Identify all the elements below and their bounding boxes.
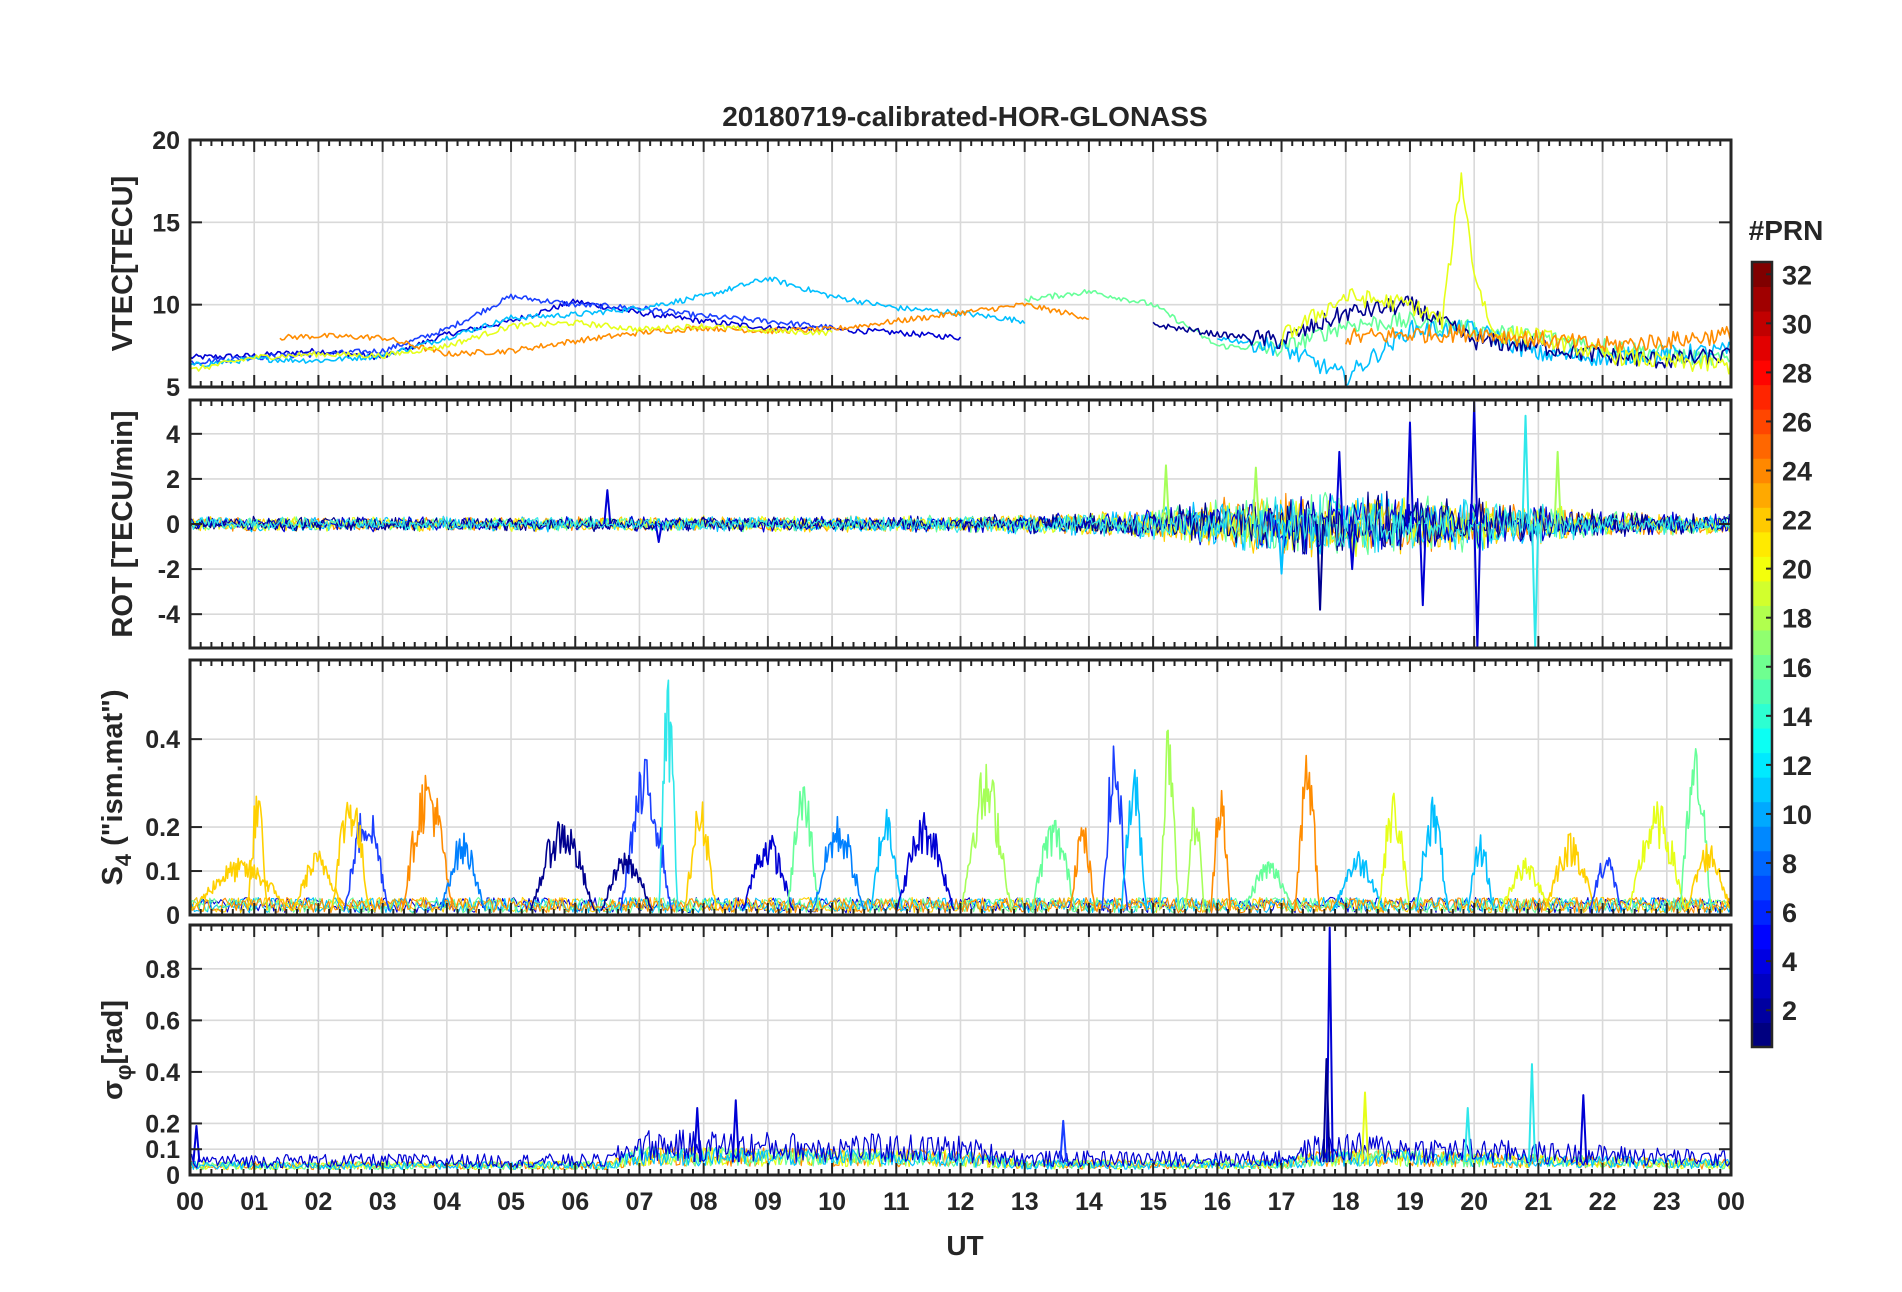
colorbar-segment bbox=[1752, 384, 1772, 410]
colorbar-tick-label: 4 bbox=[1782, 947, 1797, 977]
y-tick-label: 0.4 bbox=[145, 1059, 180, 1087]
x-tick-label: 15 bbox=[1139, 1188, 1167, 1216]
colorbar-tick-label: 20 bbox=[1782, 555, 1812, 585]
y-tick-label: -4 bbox=[158, 601, 180, 629]
colorbar-tick-label: 2 bbox=[1782, 996, 1797, 1026]
figure-title: 20180719-calibrated-HOR-GLONASS bbox=[722, 101, 1208, 132]
colorbar-segment bbox=[1752, 335, 1772, 361]
x-tick-label: 18 bbox=[1332, 1188, 1360, 1216]
y-tick-label: 20 bbox=[152, 127, 180, 155]
y-tick-label: 0 bbox=[166, 511, 180, 539]
x-tick-label: 08 bbox=[690, 1188, 718, 1216]
x-tick-label: 22 bbox=[1589, 1188, 1617, 1216]
colorbar-label: #PRN bbox=[1749, 215, 1824, 246]
y-axis-label-main: S bbox=[97, 866, 129, 885]
y-tick-label: 0.2 bbox=[145, 814, 180, 842]
y-tick-label: 0.4 bbox=[145, 726, 180, 754]
y-tick-label: 10 bbox=[152, 292, 180, 320]
x-tick-label: 16 bbox=[1203, 1188, 1231, 1216]
x-tick-label: 11 bbox=[883, 1188, 910, 1216]
y-axis-label-rest: [rad] bbox=[97, 1000, 129, 1064]
y-axis-label: ROT [TECU/min] bbox=[107, 410, 139, 637]
y-axis-label-sub: 4 bbox=[111, 853, 136, 866]
x-tick-label: 02 bbox=[305, 1188, 333, 1216]
x-tick-label: 00 bbox=[1717, 1188, 1745, 1216]
colorbar-segment bbox=[1752, 875, 1772, 901]
y-axis-label-rest: ("ism.mat") bbox=[97, 689, 129, 853]
x-tick-label: 06 bbox=[561, 1188, 589, 1216]
x-tick-label: 10 bbox=[818, 1188, 846, 1216]
y-tick-label: -2 bbox=[158, 556, 180, 584]
y-axis-label: VTEC[TECU] bbox=[107, 176, 139, 352]
colorbar-tick-label: 10 bbox=[1782, 800, 1812, 830]
colorbar-segment bbox=[1752, 826, 1772, 852]
y-tick-label: 15 bbox=[152, 209, 180, 237]
x-axis-label: UT bbox=[946, 1230, 983, 1261]
colorbar-tick-label: 24 bbox=[1782, 457, 1812, 487]
colorbar-segment bbox=[1752, 728, 1772, 754]
colorbar-segment bbox=[1752, 777, 1772, 803]
colorbar-tick-label: 26 bbox=[1782, 407, 1812, 437]
colorbar-tick-label: 18 bbox=[1782, 604, 1812, 634]
x-tick-label: 01 bbox=[240, 1188, 268, 1216]
y-tick-label: 0.6 bbox=[145, 1007, 180, 1035]
x-tick-label: 19 bbox=[1396, 1188, 1424, 1216]
colorbar-tick-label: 30 bbox=[1782, 309, 1812, 339]
colorbar-segment bbox=[1752, 629, 1772, 655]
x-tick-label: 21 bbox=[1524, 1188, 1552, 1216]
colorbar-segment bbox=[1752, 433, 1772, 459]
colorbar-segment bbox=[1752, 1022, 1772, 1048]
colorbar-tick-label: 22 bbox=[1782, 506, 1812, 536]
y-tick-label: 0.8 bbox=[145, 956, 180, 984]
colorbar-segment bbox=[1752, 531, 1772, 557]
colorbar-segment bbox=[1752, 286, 1772, 312]
x-tick-label: 05 bbox=[497, 1188, 525, 1216]
colorbar-segment bbox=[1752, 679, 1772, 705]
y-tick-label: 0.1 bbox=[145, 1136, 180, 1164]
colorbar-tick-label: 14 bbox=[1782, 702, 1812, 732]
y-tick-label: 5 bbox=[166, 374, 180, 402]
x-tick-label: 04 bbox=[433, 1188, 461, 1216]
x-tick-label: 00 bbox=[176, 1188, 204, 1216]
colorbar-segment bbox=[1752, 973, 1772, 999]
colorbar-tick-label: 12 bbox=[1782, 751, 1812, 781]
figure-canvas: 20180719-calibrated-HOR-GLONASS 5101520V… bbox=[0, 0, 1902, 1292]
x-tick-label: 20 bbox=[1460, 1188, 1488, 1216]
x-tick-label: 07 bbox=[626, 1188, 654, 1216]
x-tick-label: 03 bbox=[369, 1188, 397, 1216]
colorbar-segment bbox=[1752, 482, 1772, 508]
y-tick-label: 0 bbox=[166, 1162, 180, 1190]
y-axis-label-main: σ bbox=[97, 1080, 129, 1100]
x-tick-label: 09 bbox=[754, 1188, 782, 1216]
y-tick-label: 0.1 bbox=[145, 858, 180, 886]
colorbar-tick-label: 32 bbox=[1782, 260, 1812, 290]
x-tick-label: 23 bbox=[1653, 1188, 1681, 1216]
colorbar-tick-label: 8 bbox=[1782, 849, 1797, 879]
colorbar-tick-label: 28 bbox=[1782, 358, 1812, 388]
figure-background bbox=[0, 0, 1902, 1292]
colorbar-segment bbox=[1752, 924, 1772, 950]
x-tick-label: 17 bbox=[1268, 1188, 1296, 1216]
colorbar-tick-label: 16 bbox=[1782, 653, 1812, 683]
y-axis-label-sub: φ bbox=[111, 1064, 136, 1080]
y-tick-label: 0.2 bbox=[145, 1110, 180, 1138]
x-tick-label: 14 bbox=[1075, 1188, 1103, 1216]
y-tick-label: 0 bbox=[166, 902, 180, 930]
colorbar-tick-label: 6 bbox=[1782, 898, 1797, 928]
x-tick-label: 12 bbox=[947, 1188, 975, 1216]
y-tick-label: 2 bbox=[166, 466, 180, 494]
y-tick-label: 4 bbox=[166, 421, 180, 449]
x-tick-label: 13 bbox=[1011, 1188, 1039, 1216]
colorbar-segment bbox=[1752, 580, 1772, 606]
